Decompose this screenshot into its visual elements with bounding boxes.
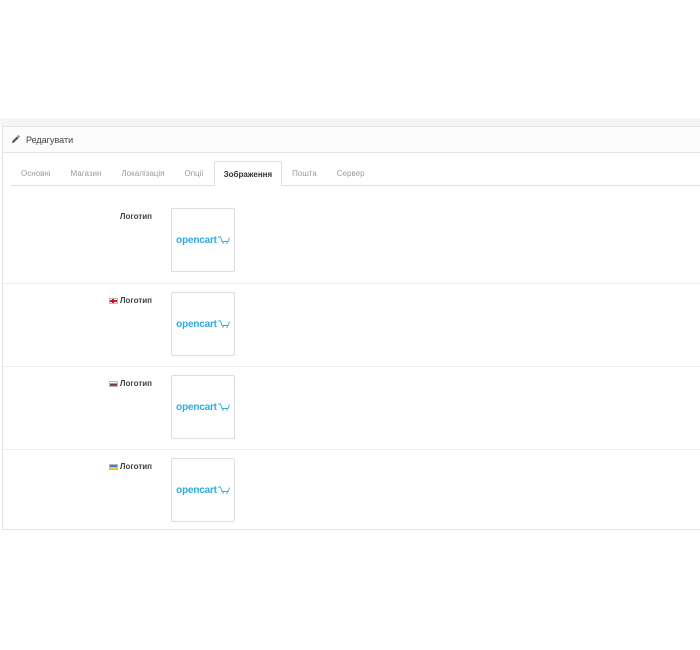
tab-general[interactable]: Основні: [11, 161, 61, 185]
logo-label: Логотип: [120, 212, 152, 221]
tab-server[interactable]: Сервер: [327, 161, 375, 185]
settings-tabs: Основні Магазин Локалізація Опції Зображ…: [11, 161, 700, 186]
gb-flag-icon: [108, 297, 118, 304]
panel-heading: Редагувати: [3, 127, 700, 153]
tab-store[interactable]: Магазин: [61, 161, 112, 185]
logo-label-text: Логотип: [119, 379, 152, 388]
opencart-logo-text: opencart: [176, 234, 217, 246]
cart-icon: [217, 320, 230, 328]
tab-localisation[interactable]: Локалізація: [111, 161, 174, 185]
logo-row: Логотип opencart: [3, 200, 700, 283]
opencart-logo-text: opencart: [176, 484, 217, 496]
tab-images[interactable]: Зображення: [213, 161, 283, 186]
tab-mail[interactable]: Пошта: [282, 161, 327, 185]
logo-label-text: Логотип: [119, 462, 152, 471]
logo-row-english: Логотип opencart: [3, 283, 700, 367]
logo-image-thumb[interactable]: opencart: [171, 292, 235, 356]
cart-icon: [217, 403, 230, 411]
ua-flag-icon: [108, 463, 118, 470]
tab-options[interactable]: Опції: [174, 161, 213, 185]
settings-panel: Редагувати Основні Магазин Локалізація О…: [2, 126, 700, 530]
logo-row-ukrainian: Логотип opencart: [3, 449, 700, 533]
page-top-strip: [0, 118, 700, 126]
cart-icon: [217, 236, 230, 244]
logo-label-text: Логотип: [119, 212, 152, 221]
pencil-icon: [11, 135, 20, 144]
opencart-logo-text: opencart: [176, 318, 217, 330]
logo-label: Логотип: [108, 296, 152, 305]
cart-icon: [217, 486, 230, 494]
opencart-logo-text: opencart: [176, 401, 217, 413]
logo-image-thumb[interactable]: opencart: [171, 458, 235, 522]
ru-flag-icon: [108, 380, 118, 387]
panel-title: Редагувати: [26, 134, 74, 145]
logo-image-thumb[interactable]: opencart: [171, 208, 235, 272]
logo-label: Логотип: [108, 379, 152, 388]
logo-row-russian: Логотип opencart: [3, 366, 700, 450]
logo-image-thumb[interactable]: opencart: [171, 375, 235, 439]
logo-label: Логотип: [108, 462, 152, 471]
logo-label-text: Логотип: [119, 296, 152, 305]
